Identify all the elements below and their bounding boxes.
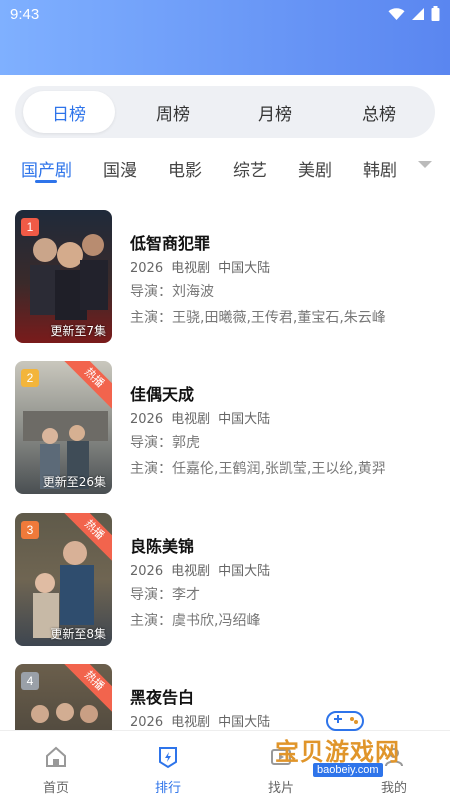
item-year: 2026 [130,564,164,579]
item-meta: 2026 电视剧 中国大陆 [130,408,278,427]
item-meta: 2026 电视剧 中国大陆 [130,257,278,276]
item-type: 电视剧 [171,261,211,276]
app-screen: 9:43 日榜 周榜 月榜 总榜 国产剧 国漫 电影 综艺 美剧 韩剧 1 更新 [0,0,450,800]
item-year: 2026 [130,412,164,427]
item-director: 导演：郭虎 [130,435,200,451]
item-meta: 2026 电视剧 中国大陆 [130,711,278,730]
poster-image: 2 热播 更新至26集 [15,361,112,494]
home-icon [46,746,66,767]
tab-variety[interactable]: 综艺 [233,156,267,181]
item-title: 良陈美锦 [130,537,195,556]
signal-icon [412,7,424,20]
list-item[interactable]: 4 热播 黑夜告白 2026 电视剧 中国大陆 [0,664,450,730]
rank-badge: 4 [21,672,39,690]
item-cast: 主演：王骁,田曦薇,王传君,董宝石,朱云峰 [130,310,386,326]
episode-label: 更新至26集 [42,475,106,489]
active-tab-indicator [35,180,57,183]
tab-us-drama[interactable]: 美剧 [298,156,332,181]
nav-home-label: 首页 [42,781,69,796]
list-item[interactable]: 1 更新至7集 低智商犯罪 2026 电视剧 中国大陆 导演：刘海波 主演：王骁,田… [0,210,450,350]
rank-badge: 1 [21,218,39,236]
nav-me[interactable]: 我的 [338,731,450,800]
item-title: 低智商犯罪 [130,234,211,253]
tab-korean-drama[interactable]: 韩剧 [363,156,397,181]
header-gradient: 9:43 [0,0,450,75]
list-item[interactable]: 3 热播 更新至8集 良陈美锦 2026 电视剧 中国大陆 导演：李才 主演：虞书欣… [0,513,450,653]
item-year: 2026 [130,261,164,276]
episode-label: 更新至8集 [50,627,106,641]
category-tabs: 国产剧 国漫 电影 综艺 美剧 韩剧 [0,150,450,186]
tab-weekly[interactable]: 周榜 [127,91,219,133]
item-title: 黑夜告白 [130,688,195,707]
nav-ranking[interactable]: 排行 [112,731,224,800]
item-cast: 主演：任嘉伦,王鹤润,张凯莹,王以纶,黄羿 [130,461,386,477]
tab-domestic-anime[interactable]: 国漫 [103,156,137,181]
tab-movie[interactable]: 电影 [168,156,202,181]
item-director: 导演：李才 [130,587,200,603]
episode-label: 更新至7集 [50,324,106,338]
item-type: 电视剧 [171,564,211,579]
tab-daily[interactable]: 日榜 [23,91,115,133]
wifi-icon [388,7,405,20]
item-cast: 主演：虞书欣,冯绍峰 [130,613,261,629]
nav-discover-label: 找片 [267,781,294,796]
poster-image: 1 更新至7集 [15,210,112,343]
nav-discover[interactable]: 找片 [225,731,337,800]
tab-domestic-drama[interactable]: 国产剧 [21,156,72,181]
nav-ranking-label: 排行 [154,781,181,796]
nav-home[interactable]: 首页 [0,731,112,800]
rank-badge: 3 [21,521,39,539]
user-icon [385,748,403,767]
item-region: 中国大陆 [218,715,271,730]
list-item[interactable]: 2 热播 更新至26集 佳偶天成 2026 电视剧 中国大陆 导演：郭虎 主演：任嘉… [0,361,450,501]
nav-me-label: 我的 [380,781,407,796]
status-time: 9:43 [10,6,40,23]
tab-total[interactable]: 总榜 [333,91,425,133]
period-tabs: 日榜 周榜 月榜 总榜 [15,86,435,138]
rank-badge: 2 [21,369,39,387]
item-region: 中国大陆 [218,412,271,427]
item-type: 电视剧 [171,412,211,427]
item-region: 中国大陆 [218,564,271,579]
battery-icon [431,6,440,21]
item-year: 2026 [130,715,164,730]
item-director: 导演：刘海波 [130,284,214,300]
item-region: 中国大陆 [218,261,271,276]
film-icon [271,749,291,765]
ranking-icon [159,747,177,769]
status-icons [388,6,440,21]
poster-image: 3 热播 更新至8集 [15,513,112,646]
chevron-down-icon[interactable] [417,158,433,170]
item-type: 电视剧 [171,715,211,730]
item-meta: 2026 电视剧 中国大陆 [130,560,278,579]
tab-monthly[interactable]: 月榜 [229,91,321,133]
bottom-nav: 首页 排行 找片 我的 [0,730,450,800]
item-title: 佳偶天成 [130,385,195,404]
poster-image: 4 热播 [15,664,112,730]
